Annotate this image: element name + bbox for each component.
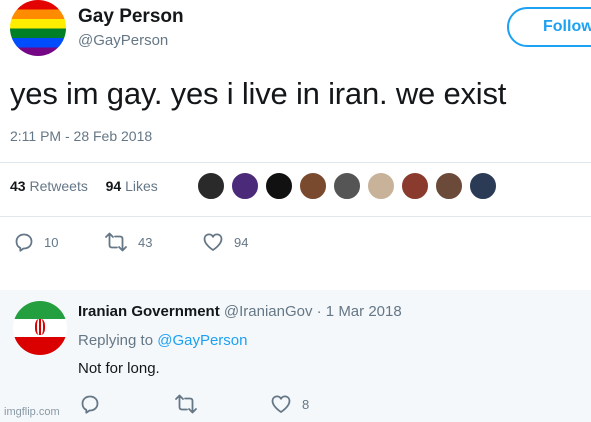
tweet-text: yes im gay. yes i live in iran. we exist (10, 76, 507, 111)
reply-button[interactable] (80, 394, 100, 414)
avatar[interactable] (13, 301, 67, 355)
engagement-stats: 43 Retweets 94 Likes (10, 178, 158, 194)
likes-label[interactable]: Likes (125, 178, 158, 194)
author-handle[interactable]: @GayPerson (78, 32, 168, 49)
avatar[interactable] (298, 171, 328, 201)
retweets-count[interactable]: 43 (10, 178, 26, 194)
reply-author-meta[interactable]: @IranianGov · 1 Mar 2018 (224, 303, 402, 320)
reply-text: Not for long. (78, 360, 160, 377)
divider (0, 216, 591, 217)
like-count: 8 (302, 396, 310, 412)
avatar[interactable] (366, 171, 396, 201)
author-name[interactable]: Gay Person (78, 6, 184, 28)
retweet-button[interactable] (174, 394, 198, 414)
reply-author: Iranian Government @IranianGov · 1 Mar 2… (78, 303, 402, 320)
like-button[interactable]: 8 (270, 394, 309, 414)
replying-mention-link[interactable]: @GayPerson (157, 332, 247, 349)
avatar[interactable] (400, 171, 430, 201)
avatar[interactable] (332, 171, 362, 201)
reply-author-name[interactable]: Iranian Government (78, 303, 220, 320)
replying-label: Replying to (78, 332, 154, 349)
tweet: Gay Person @GayPerson Follow yes im gay.… (0, 0, 591, 280)
avatar[interactable] (196, 171, 226, 201)
like-button[interactable]: 94 (202, 232, 248, 252)
timestamp[interactable]: 2:11 PM - 28 Feb 2018 (10, 128, 152, 144)
likes-count[interactable]: 94 (106, 178, 122, 194)
like-count: 94 (234, 234, 249, 250)
reply-tweet: Iranian Government @IranianGov · 1 Mar 2… (0, 290, 591, 422)
heart-icon (270, 394, 292, 414)
reply-icon (14, 232, 34, 252)
avatar[interactable] (10, 0, 66, 56)
retweet-icon (174, 394, 198, 414)
divider (0, 162, 591, 163)
screenshot: Gay Person @GayPerson Follow yes im gay.… (0, 0, 591, 422)
retweets-label[interactable]: Retweets (29, 178, 87, 194)
retweet-count: 43 (138, 234, 153, 250)
reply-count: 10 (44, 234, 59, 250)
avatar[interactable] (468, 171, 498, 201)
retweet-button[interactable]: 43 (104, 232, 152, 252)
avatar[interactable] (264, 171, 294, 201)
avatar[interactable] (230, 171, 260, 201)
avatar[interactable] (434, 171, 464, 201)
reply-icon (80, 394, 100, 414)
replying-to: Replying to @GayPerson (78, 332, 247, 349)
follow-button[interactable]: Follow (507, 7, 591, 47)
watermark: imgflip.com (4, 406, 60, 418)
reply-button[interactable]: 10 (14, 232, 58, 252)
flag-emblem-icon (35, 319, 45, 335)
retweet-icon (104, 232, 128, 252)
heart-icon (202, 232, 224, 252)
